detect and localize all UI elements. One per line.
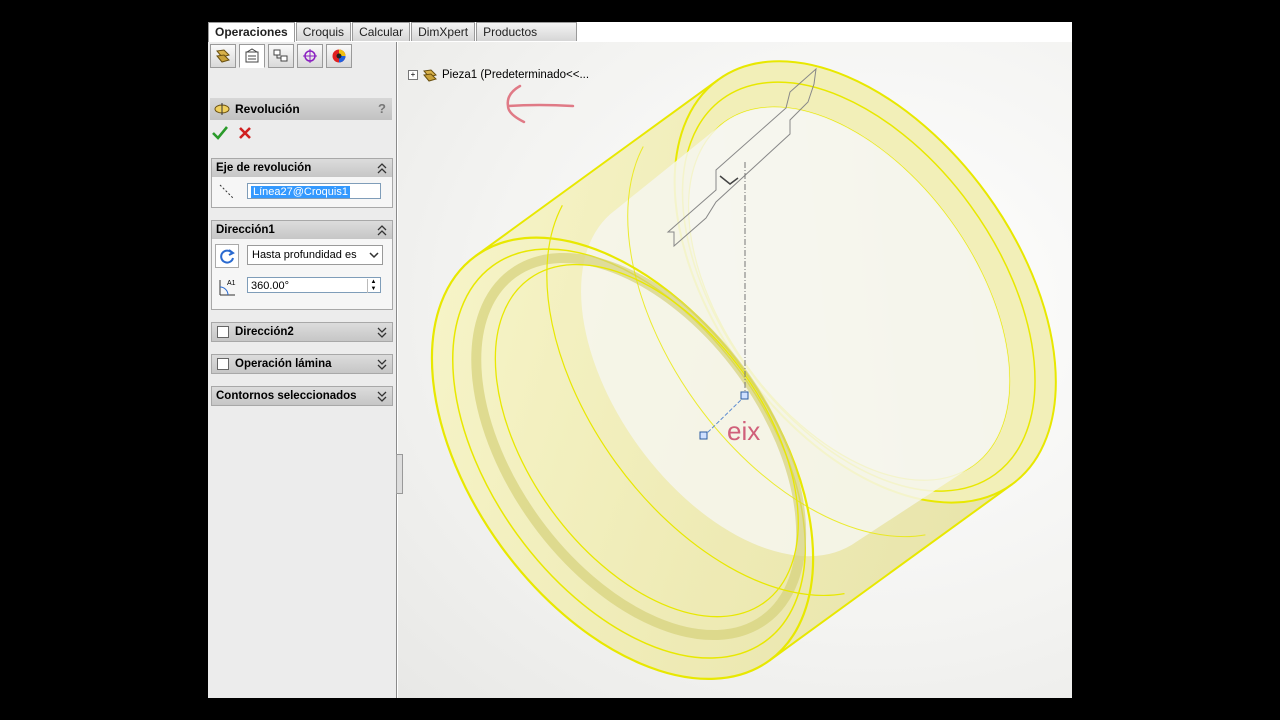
feature-tree-root[interactable]: + Pieza1 (Predeterminado<<... [408, 68, 589, 82]
axis-annotation-label: eix [727, 416, 761, 446]
angle-spinner[interactable]: ▲ ▼ [367, 279, 379, 293]
axis-selection-field[interactable]: Línea27@Croquis1 [247, 183, 381, 199]
chevron-down-icon [369, 252, 379, 259]
display-manager-tab[interactable] [326, 44, 352, 68]
tab-croquis[interactable]: Croquis [295, 22, 352, 41]
reverse-direction-button[interactable] [215, 244, 239, 268]
part-name: Pieza1 (Predeterminado<<... [442, 69, 590, 81]
help-button[interactable]: ? [378, 101, 386, 116]
selected-contours-group: Contornos seleccionados [211, 386, 393, 406]
end-condition-value: Hasta profundidad es [252, 249, 357, 261]
axis-group-header[interactable]: Eje de revolución [212, 159, 392, 177]
direction2-header[interactable]: Dirección2 [212, 323, 392, 341]
cancel-x-icon[interactable] [238, 126, 252, 140]
thin-feature-title: Operación lámina [235, 358, 332, 370]
configuration-icon [273, 49, 288, 62]
revolve-icon [214, 103, 230, 115]
direction2-checkbox[interactable] [217, 326, 229, 338]
solidworks-window: Operaciones Croquis Calcular DimXpert Pr… [208, 22, 1072, 698]
property-manager-icon [245, 48, 259, 63]
command-tabs: Operaciones Croquis Calcular DimXpert Pr… [208, 22, 578, 57]
direction1-header[interactable]: Dirección1 [212, 221, 392, 239]
end-condition-select[interactable]: Hasta profundidad es [247, 245, 383, 265]
direction1-group: Dirección1 Hasta profundidad es A1 360.0… [211, 220, 393, 310]
axis-line-icon [216, 181, 238, 203]
svg-text:A1: A1 [227, 280, 236, 287]
selected-contours-title: Contornos seleccionados [216, 390, 357, 402]
direction2-group: Dirección2 [211, 322, 393, 342]
ok-cancel-row [212, 126, 252, 140]
graphics-viewport[interactable]: + Pieza1 (Predeterminado<<... eix [398, 42, 1072, 698]
manager-tabs [208, 44, 355, 70]
tab-operaciones[interactable]: Operaciones [208, 22, 295, 42]
feature-tree-icon [216, 49, 230, 63]
angle-input[interactable]: 360.00° ▲ ▼ [247, 277, 381, 293]
tab-calcular[interactable]: Calcular [352, 22, 411, 41]
selected-contours-header[interactable]: Contornos seleccionados [212, 387, 392, 405]
collapse-chevron-icon[interactable] [376, 223, 388, 237]
feature-title: Revolución [235, 102, 300, 116]
property-manager: Revolución ? Eje de revolución Línea27@C… [208, 42, 397, 698]
axis-selection-value: Línea27@Croquis1 [251, 186, 350, 198]
expand-chevron-icon[interactable] [376, 389, 388, 403]
dimxpert-manager-tab[interactable] [297, 44, 323, 68]
thin-feature-checkbox[interactable] [217, 358, 229, 370]
collapse-chevron-icon[interactable] [376, 161, 388, 175]
tab-dimxpert[interactable]: DimXpert [411, 22, 476, 41]
feature-title-bar: Revolución ? [210, 98, 392, 120]
reverse-direction-icon [220, 249, 235, 264]
configuration-manager-tab[interactable] [268, 44, 294, 68]
property-manager-tab[interactable] [239, 44, 265, 68]
direction2-title: Dirección2 [235, 326, 294, 338]
axis-group: Eje de revolución Línea27@Croquis1 [211, 158, 393, 208]
expand-plus-icon[interactable]: + [408, 70, 418, 80]
expand-chevron-icon[interactable] [376, 325, 388, 339]
expand-chevron-icon[interactable] [376, 357, 388, 371]
axis-group-title: Eje de revolución [216, 162, 312, 174]
thin-feature-group: Operación lámina [211, 354, 393, 374]
dimxpert-icon [303, 49, 317, 63]
tab-productos-office[interactable]: Productos Office [476, 22, 577, 57]
angle-icon: A1 [216, 276, 238, 298]
revolved-part-model [430, 60, 1057, 680]
direction1-title: Dirección1 [216, 224, 275, 236]
angle-value: 360.00° [251, 280, 290, 292]
feature-tree-tab[interactable] [210, 44, 236, 68]
part-icon [423, 69, 437, 82]
ok-checkmark-icon[interactable] [212, 126, 228, 140]
panel-splitter-handle[interactable] [396, 454, 403, 494]
display-manager-icon [332, 49, 346, 63]
thin-feature-header[interactable]: Operación lámina [212, 355, 392, 373]
